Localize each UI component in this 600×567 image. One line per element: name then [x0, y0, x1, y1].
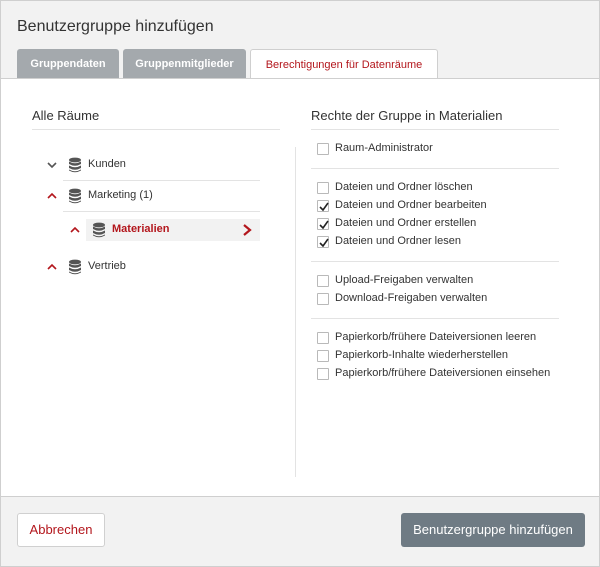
tree-item-label: Kunden	[88, 158, 126, 170]
permissions-title: Rechte der Gruppe in Materialien	[311, 108, 503, 123]
add-user-group-dialog: Benutzergruppe hinzufügen Gruppendaten G…	[0, 0, 600, 567]
tree-item-label: Materialien	[112, 223, 170, 235]
perm-label: Papierkorb/frühere Dateiversionen leeren	[335, 331, 537, 343]
tree-item-materialien[interactable]: Materialien	[70, 219, 260, 241]
check-icon	[319, 220, 329, 230]
database-icon	[69, 259, 81, 275]
checkbox[interactable]	[317, 368, 329, 380]
perm-group-divider	[311, 261, 559, 262]
checkbox-checked[interactable]	[317, 200, 329, 212]
cancel-button[interactable]: Abbrechen	[17, 513, 105, 547]
database-icon	[69, 157, 81, 173]
tree-item-vertrieb[interactable]: Vertrieb	[46, 256, 260, 278]
chevron-up-icon[interactable]	[46, 261, 58, 273]
tree-item-marketing[interactable]: Marketing (1)	[46, 185, 260, 207]
tab-berechtigungen-datenraeume[interactable]: Berechtigungen für Datenräume	[250, 49, 438, 80]
column-divider	[295, 147, 296, 477]
rooms-title: Alle Räume	[32, 108, 100, 123]
check-icon	[319, 238, 329, 248]
checkbox[interactable]	[317, 332, 329, 344]
perm-label: Dateien und Ordner erstellen	[335, 217, 477, 229]
perm-label: Raum-Administrator	[335, 142, 433, 154]
tree-divider	[63, 211, 260, 212]
chevron-right-icon	[243, 224, 252, 236]
perm-label: Dateien und Ordner bearbeiten	[335, 199, 487, 211]
perm-label: Upload-Freigaben verwalten	[335, 274, 474, 286]
check-icon	[319, 202, 329, 212]
perm-group-divider	[311, 318, 559, 319]
checkbox[interactable]	[317, 350, 329, 362]
checkbox[interactable]	[317, 182, 329, 194]
database-icon	[93, 222, 105, 238]
tree-item-label: Vertrieb	[88, 260, 126, 272]
perm-label: Papierkorb-Inhalte wiederherstellen	[335, 349, 509, 361]
perm-label: Papierkorb/frühere Dateiversionen einseh…	[335, 367, 551, 379]
database-icon	[69, 188, 81, 204]
perm-label: Dateien und Ordner lesen	[335, 235, 461, 247]
perm-label: Download-Freigaben verwalten	[335, 292, 488, 304]
checkbox-checked[interactable]	[317, 218, 329, 230]
checkbox[interactable]	[317, 275, 329, 287]
checkbox-checked[interactable]	[317, 236, 329, 248]
tab-content: Alle Räume Kunden Marketing (1) Material…	[1, 78, 599, 497]
chevron-down-icon[interactable]	[46, 159, 58, 171]
permissions-divider	[311, 129, 559, 130]
chevron-up-icon[interactable]	[69, 224, 81, 236]
checkbox[interactable]	[317, 143, 329, 155]
tab-gruppenmitglieder[interactable]: Gruppenmitglieder	[123, 49, 246, 79]
add-user-group-button[interactable]: Benutzergruppe hinzufügen	[401, 513, 585, 547]
dialog-title: Benutzergruppe hinzufügen	[17, 18, 214, 35]
tree-divider	[63, 180, 260, 181]
chevron-up-icon[interactable]	[46, 190, 58, 202]
tree-item-label: Marketing (1)	[88, 189, 153, 201]
perm-label: Dateien und Ordner löschen	[335, 181, 473, 193]
tree-item-kunden[interactable]: Kunden	[46, 154, 260, 176]
rooms-divider	[32, 129, 280, 130]
checkbox[interactable]	[317, 293, 329, 305]
tab-gruppendaten[interactable]: Gruppendaten	[17, 49, 119, 79]
perm-group-divider	[311, 168, 559, 169]
